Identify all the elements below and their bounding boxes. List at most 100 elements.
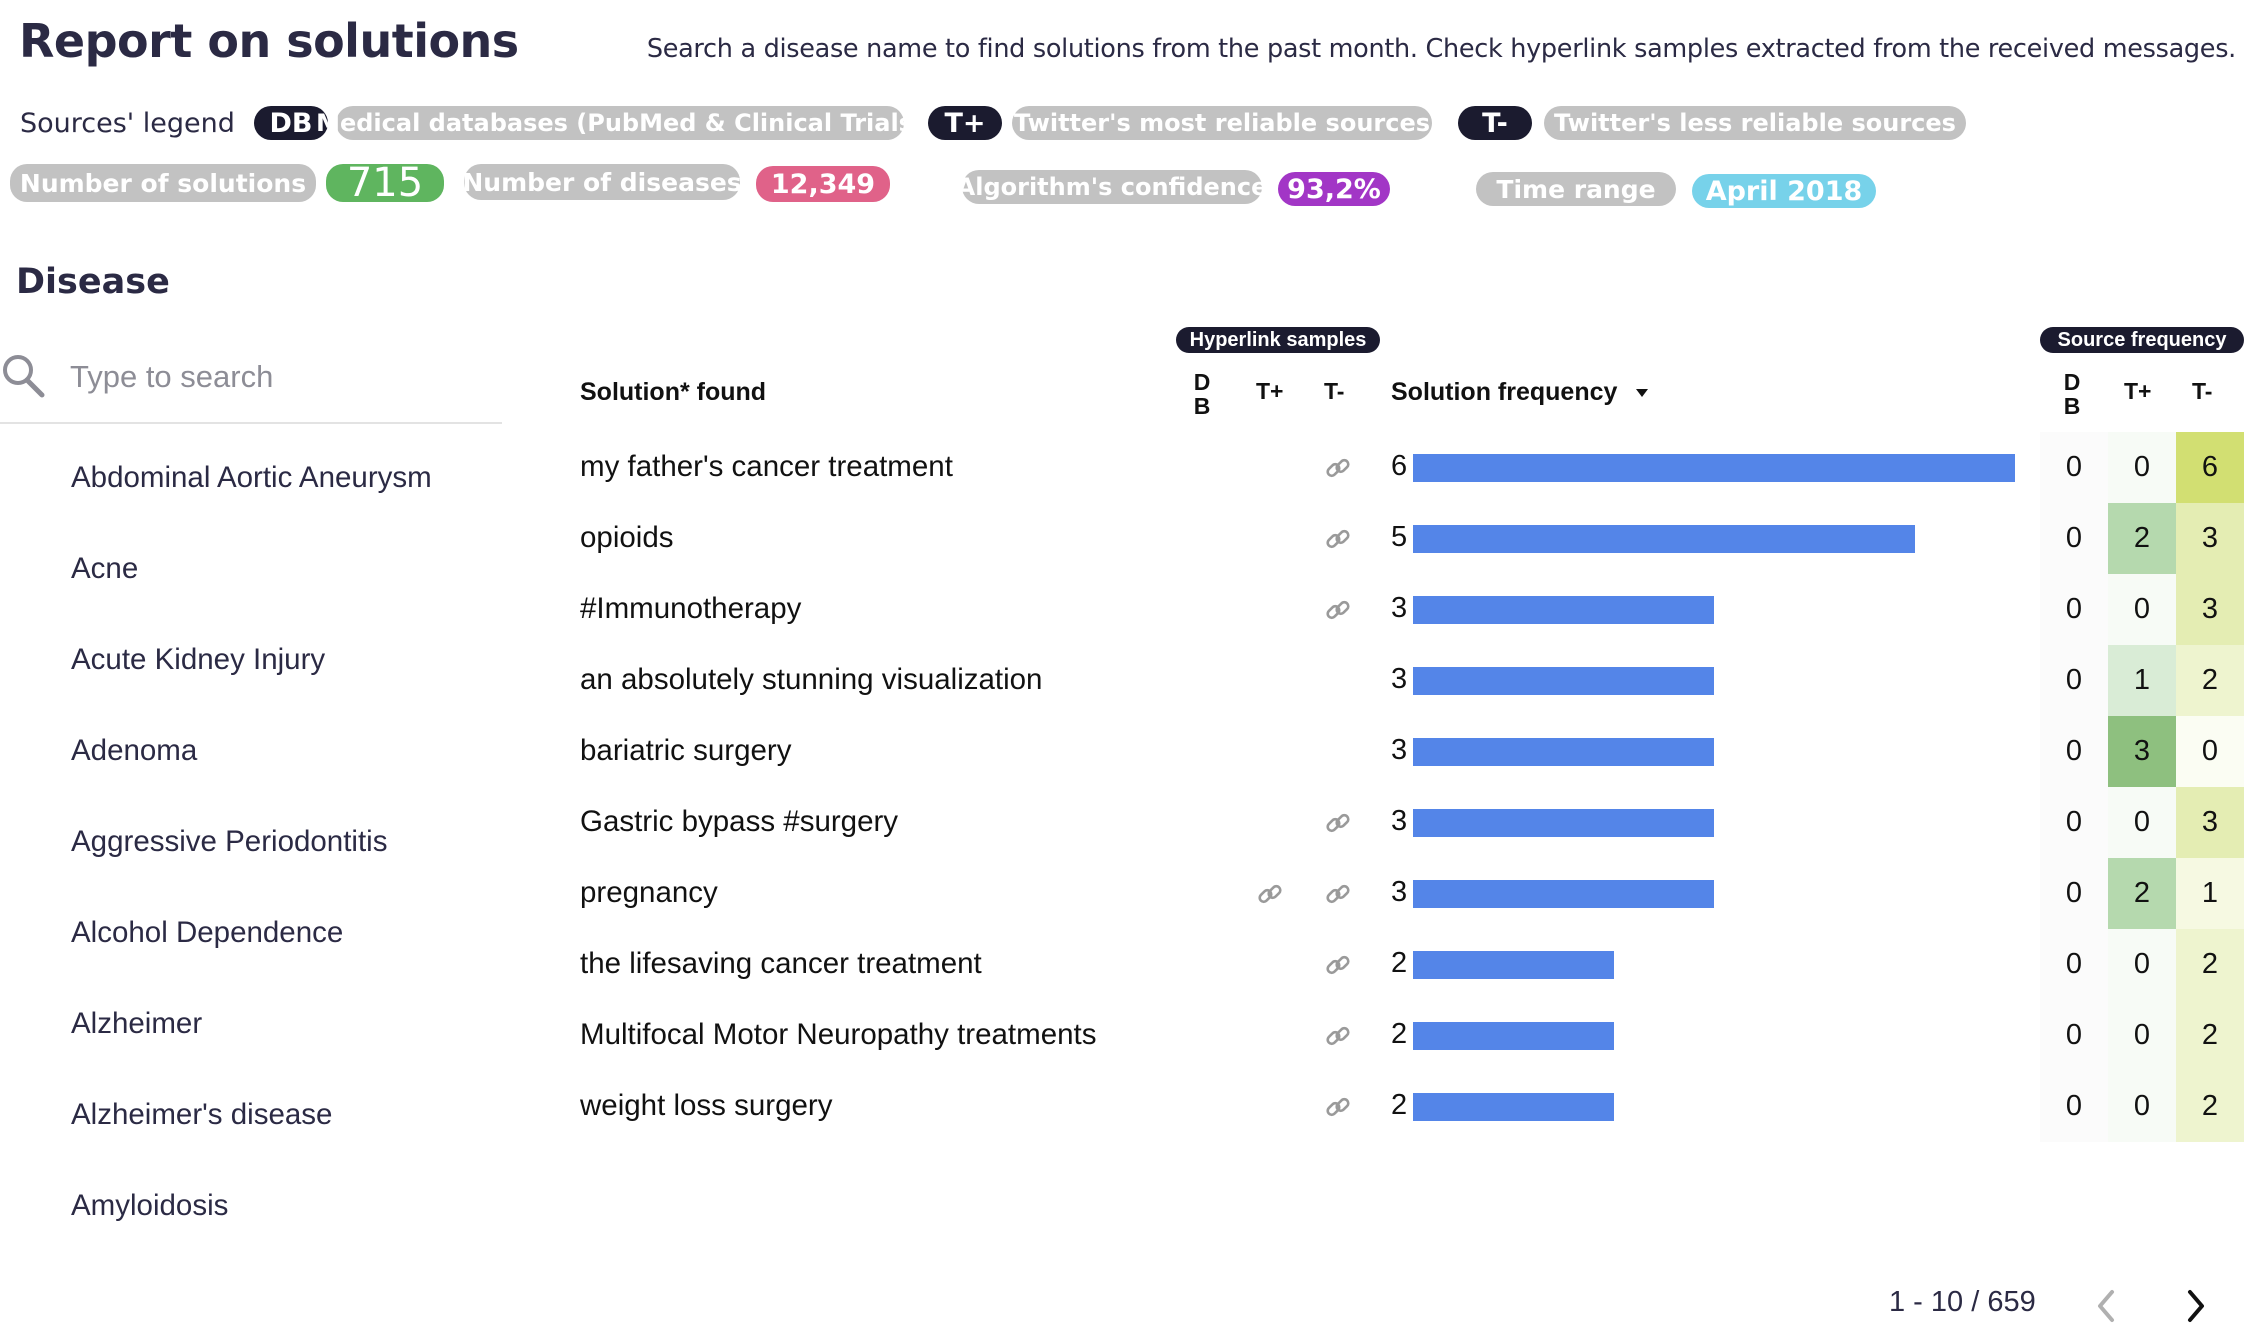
frequency-bar: [1413, 1093, 1614, 1121]
stat-diseases-label: Number of diseases: [462, 164, 742, 200]
source-frequency-tminus: 2: [2176, 645, 2244, 716]
source-frequency-tplus: 0: [2108, 1071, 2176, 1142]
frequency-bar: [1413, 1022, 1614, 1050]
table-row: Gastric bypass #surgery 3 0 0 3: [0, 787, 2248, 858]
source-frequency-tplus: 3: [2108, 716, 2176, 787]
solution-name: opioids: [580, 521, 674, 554]
frequency-value: 2: [1391, 947, 1408, 979]
solution-name: pregnancy: [580, 876, 718, 909]
table-row: my father's cancer treatment 6 0 0 6: [0, 432, 2248, 503]
page-subtitle: Search a disease name to find solutions …: [646, 34, 2236, 64]
table-row: the lifesaving cancer treatment 2 0 0 2: [0, 929, 2248, 1000]
legend-tag-tminus: T-: [1458, 106, 1532, 140]
source-frequency-db: 0: [2040, 1071, 2108, 1142]
source-frequency-tminus: 2: [2176, 1000, 2244, 1071]
source-frequency-tplus: 0: [2108, 574, 2176, 645]
col-header-src-db: D B: [2060, 370, 2084, 418]
frequency-bar: [1413, 880, 1714, 908]
source-frequency-tminus: 2: [2176, 1071, 2244, 1142]
prev-page-button[interactable]: [2086, 1286, 2126, 1326]
disease-item[interactable]: Amyloidosis: [71, 1160, 432, 1251]
source-frequency-db: 0: [2040, 574, 2108, 645]
frequency-value: 3: [1391, 663, 1408, 695]
stat-diseases-value: 12,349: [756, 166, 890, 202]
hyperlink-tplus-icon[interactable]: [1256, 880, 1284, 908]
hyperlink-tminus-icon[interactable]: [1324, 454, 1352, 482]
frequency-bar: [1413, 454, 2015, 482]
table-row: pregnancy 3 0 2 1: [0, 858, 2248, 929]
solution-name: Gastric bypass #surgery: [580, 805, 899, 838]
source-frequency-db: 0: [2040, 1000, 2108, 1071]
source-frequency-tplus: 0: [2108, 432, 2176, 503]
col-header-src-tplus: T+: [2124, 378, 2152, 404]
hyperlink-tminus-icon[interactable]: [1324, 1093, 1352, 1121]
time-range-value[interactable]: April 2018: [1692, 174, 1876, 208]
chevron-left-icon: [2098, 1290, 2114, 1322]
table-row: bariatric surgery 3 0 3 0: [0, 716, 2248, 787]
next-page-button[interactable]: [2176, 1286, 2216, 1326]
hyperlink-tminus-icon[interactable]: [1324, 525, 1352, 553]
disease-heading: Disease: [16, 262, 170, 302]
hyperlink-tminus-icon[interactable]: [1324, 951, 1352, 979]
legend-tag-tplus: T+: [928, 106, 1002, 140]
pagination-label: 1 - 10 / 659: [1889, 1286, 2036, 1318]
source-frequency-tplus: 2: [2108, 858, 2176, 929]
solution-name: Multifocal Motor Neuropathy treatments: [580, 1018, 1097, 1051]
frequency-bar: [1413, 667, 1714, 695]
col-header-solution-frequency[interactable]: Solution frequency: [1391, 378, 1650, 407]
source-frequency-badge: Source frequency: [2040, 327, 2244, 353]
frequency-bar: [1413, 809, 1714, 837]
col-header-src-db-bottom: B: [2063, 393, 2081, 419]
source-frequency-tplus: 1: [2108, 645, 2176, 716]
solution-name: bariatric surgery: [580, 734, 792, 767]
page-title: Report on solutions: [19, 14, 519, 68]
source-frequency-tplus: 0: [2108, 787, 2176, 858]
hyperlink-tminus-icon[interactable]: [1324, 809, 1352, 837]
table-row: Multifocal Motor Neuropathy treatments 2 0…: [0, 1000, 2248, 1071]
source-frequency-db: 0: [2040, 716, 2108, 787]
col-header-link-db-bottom: B: [1193, 393, 1211, 419]
source-frequency-db: 0: [2040, 645, 2108, 716]
source-frequency-db: 0: [2040, 787, 2108, 858]
frequency-value: 2: [1391, 1018, 1408, 1050]
source-frequency-tminus: 0: [2176, 716, 2244, 787]
solution-name: the lifesaving cancer treatment: [580, 947, 982, 980]
table-row: weight loss surgery 2 0 0 2: [0, 1071, 2248, 1142]
frequency-value: 5: [1391, 521, 1408, 553]
frequency-value: 3: [1391, 876, 1408, 908]
source-frequency-tminus: 6: [2176, 432, 2244, 503]
source-frequency-tminus: 2: [2176, 929, 2244, 1000]
hyperlink-tminus-icon[interactable]: [1324, 1022, 1352, 1050]
source-frequency-tplus: 0: [2108, 929, 2176, 1000]
frequency-value: 3: [1391, 592, 1408, 624]
hyperlink-tminus-icon[interactable]: [1324, 596, 1352, 624]
table-row: opioids 5 0 2 3: [0, 503, 2248, 574]
source-frequency-tminus: 3: [2176, 574, 2244, 645]
solution-frequency-label: Solution frequency: [1391, 378, 1618, 406]
source-frequency-db: 0: [2040, 503, 2108, 574]
frequency-value: 6: [1391, 450, 1408, 482]
frequency-value: 3: [1391, 805, 1408, 837]
col-header-src-db-top: D: [2063, 369, 2081, 395]
col-header-link-tminus: T-: [1324, 378, 1345, 404]
source-frequency-db: 0: [2040, 929, 2108, 1000]
frequency-bar: [1413, 525, 1915, 553]
col-header-link-tplus: T+: [1256, 378, 1284, 404]
stat-solutions-value: 715: [326, 160, 444, 206]
hyperlink-tminus-icon[interactable]: [1324, 880, 1352, 908]
hyperlink-samples-badge: Hyperlink samples: [1176, 327, 1380, 353]
sort-desc-icon: [1636, 389, 1649, 398]
source-frequency-db: 0: [2040, 858, 2108, 929]
col-header-src-tminus: T-: [2192, 378, 2213, 404]
col-header-link-db-top: D: [1193, 369, 1211, 395]
disease-search: [0, 338, 502, 424]
legend-desc-db: Medical databases (PubMed & Clinical Tri…: [316, 106, 924, 140]
source-frequency-tminus: 3: [2176, 787, 2244, 858]
disease-search-input[interactable]: [70, 352, 490, 402]
solution-name: #Immunotherapy: [580, 592, 802, 625]
stat-confidence-label: Algorithm's confidence: [957, 170, 1267, 204]
sources-legend-label: Sources' legend: [20, 108, 235, 139]
col-header-solution: Solution* found: [580, 378, 767, 406]
table-row: #Immunotherapy 3 0 0 3: [0, 574, 2248, 645]
source-frequency-tminus: 1: [2176, 858, 2244, 929]
